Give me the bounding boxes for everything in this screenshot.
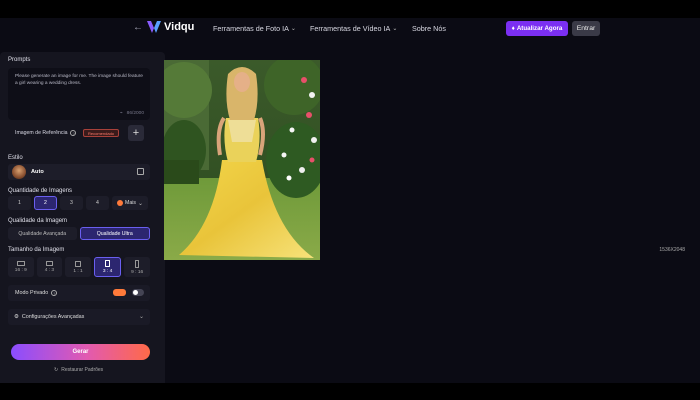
restore-defaults-button[interactable]: ↻ Restaurar Padrões bbox=[54, 367, 103, 373]
premium-icon bbox=[117, 200, 123, 206]
chevron-down-icon: ⌄ bbox=[137, 200, 143, 207]
style-value: Auto bbox=[31, 169, 44, 175]
size-value: 1536X2048 bbox=[659, 247, 685, 253]
ratio-1-1-label: 1 : 1 bbox=[73, 268, 83, 274]
ratio-4-3[interactable]: 4 : 3 bbox=[36, 257, 63, 277]
refresh-icon: ↻ bbox=[54, 367, 59, 373]
add-reference-button[interactable]: + bbox=[128, 125, 144, 141]
clear-icon[interactable]: ⌁ bbox=[120, 111, 123, 116]
diamond-icon: ♦ bbox=[511, 25, 515, 32]
style-selector[interactable]: Auto bbox=[8, 164, 150, 180]
ratio-1-1[interactable]: 1 : 1 bbox=[65, 257, 91, 277]
generate-button[interactable]: Gerar bbox=[11, 344, 150, 360]
chevron-down-icon: ⌄ bbox=[290, 26, 296, 32]
toggle-knob bbox=[133, 290, 138, 295]
quality-advanced-button[interactable]: Qualidade Avançada bbox=[8, 227, 77, 240]
quantity-label: Quantidade de Imagens bbox=[8, 188, 73, 194]
generated-image-illustration bbox=[164, 60, 320, 260]
ratio-3-4[interactable]: 3 : 4 bbox=[93, 257, 122, 277]
prompts-label: Prompts bbox=[8, 57, 31, 63]
ratio-9-16[interactable]: 9 : 16 bbox=[124, 257, 150, 277]
chevron-down-icon: ⌄ bbox=[138, 314, 144, 320]
private-mode-label: Modo Privado ? bbox=[15, 290, 58, 296]
reference-label: Imagem de Referência ? bbox=[15, 130, 77, 136]
login-button[interactable]: Entrar bbox=[572, 21, 600, 36]
style-picker-icon[interactable] bbox=[137, 168, 144, 175]
ratio-4-3-icon bbox=[45, 261, 53, 266]
nav-video-tools-label: Ferramentas de Vídeo IA bbox=[310, 24, 391, 33]
private-mode-row: Modo Privado ? bbox=[8, 285, 150, 301]
logo-text: Vidqu bbox=[164, 21, 195, 33]
char-counter: ⌁ 86/2000 bbox=[120, 111, 144, 116]
quantity-option-2[interactable]: 2 bbox=[34, 196, 57, 210]
ratio-3-4-icon bbox=[105, 260, 111, 267]
quality-label: Qualidade da Imagem bbox=[8, 218, 68, 224]
logo[interactable]: Vidqu bbox=[147, 21, 194, 33]
prompt-text[interactable]: Please generate an image for me. The ima… bbox=[15, 74, 143, 87]
ratio-9-16-icon bbox=[135, 259, 140, 268]
more-label: Mais bbox=[125, 200, 136, 206]
more-quantity-button[interactable]: Mais ⌄ bbox=[112, 196, 148, 210]
header-nav: ← Vidqu Ferramentas de Foto IA ⌄ Ferramen… bbox=[0, 18, 700, 40]
quantity-option-3[interactable]: 3 bbox=[60, 196, 83, 210]
size-label: Tamanho da Imagem bbox=[8, 247, 65, 253]
chevron-down-icon: ⌄ bbox=[392, 26, 398, 32]
nav-photo-tools-label: Ferramentas de Foto IA bbox=[213, 24, 289, 33]
restore-defaults-label: Restaurar Padrões bbox=[61, 367, 104, 373]
quality-ultra-button[interactable]: Qualidade Ultra bbox=[79, 227, 150, 240]
quality-options: Qualidade Avançada Qualidade Ultra bbox=[8, 227, 150, 240]
reference-image-row: Imagem de Referência ? Recomendado + bbox=[8, 124, 150, 144]
generated-image[interactable] bbox=[164, 60, 320, 260]
ratio-3-4-label: 3 : 4 bbox=[102, 269, 113, 274]
ratio-4-3-label: 4 : 3 bbox=[44, 268, 55, 273]
quantity-option-4[interactable]: 4 bbox=[86, 196, 109, 210]
vidqu-logo-icon bbox=[147, 21, 161, 33]
upgrade-button[interactable]: ♦ Atualizar Agora bbox=[506, 21, 568, 36]
advanced-settings-text: Configurações Avançadas bbox=[21, 314, 85, 320]
private-mode-toggle[interactable] bbox=[132, 289, 144, 296]
ratio-16-9-label: 16 : 9 bbox=[14, 268, 27, 273]
info-icon[interactable]: ? bbox=[70, 130, 77, 136]
settings-gear-icon: ⚙ bbox=[14, 314, 19, 320]
char-count-value: 86/2000 bbox=[126, 111, 144, 116]
advanced-settings-label: ⚙ Configurações Avançadas bbox=[14, 314, 84, 320]
nav-photo-tools[interactable]: Ferramentas de Foto IA ⌄ bbox=[213, 24, 296, 33]
quantity-option-1[interactable]: 1 bbox=[8, 196, 31, 210]
quantity-options: 1 2 3 4 Mais ⌄ bbox=[8, 196, 150, 210]
premium-badge-icon bbox=[113, 289, 126, 296]
info-icon[interactable]: ? bbox=[51, 290, 58, 296]
upgrade-label: Atualizar Agora bbox=[516, 25, 563, 32]
nav-about-label: Sobre Nós bbox=[412, 24, 446, 33]
advanced-settings-row[interactable]: ⚙ Configurações Avançadas ⌄ bbox=[8, 309, 150, 325]
top-black-bar bbox=[0, 0, 700, 18]
ratio-9-16-label: 9 : 16 bbox=[131, 269, 144, 275]
prompt-textarea[interactable]: Please generate an image for me. The ima… bbox=[8, 68, 150, 120]
recommended-badge: Recomendado bbox=[83, 129, 120, 137]
ratio-1-1-icon bbox=[74, 260, 81, 267]
ratio-16-9[interactable]: 16 : 9 bbox=[8, 257, 34, 277]
style-label: Estilo bbox=[8, 155, 23, 161]
style-thumbnail bbox=[12, 165, 26, 179]
nav-about[interactable]: Sobre Nós bbox=[412, 24, 446, 33]
aspect-ratio-options: 16 : 9 4 : 3 1 : 1 3 : 4 9 : 16 bbox=[8, 257, 150, 277]
reference-label-text: Imagem de Referência bbox=[15, 130, 68, 136]
ratio-16-9-icon bbox=[16, 261, 25, 266]
private-mode-text: Modo Privado bbox=[15, 290, 49, 296]
nav-video-tools[interactable]: Ferramentas de Vídeo IA ⌄ bbox=[310, 24, 397, 33]
back-arrow-icon[interactable]: ← bbox=[133, 22, 143, 33]
bottom-black-bar bbox=[0, 383, 700, 400]
